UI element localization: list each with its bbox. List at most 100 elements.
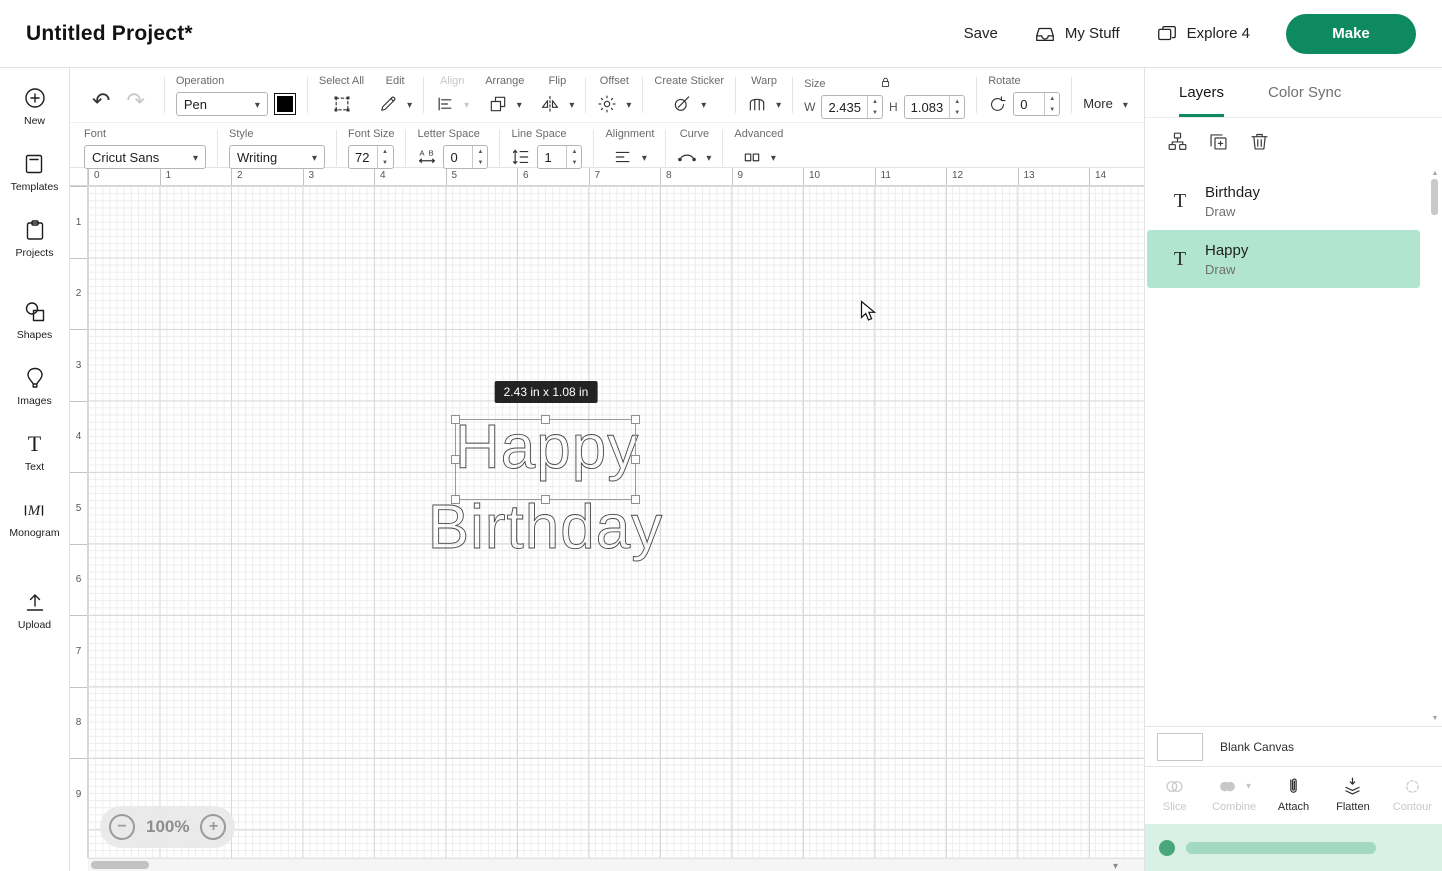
stepper-down-icon[interactable] <box>378 157 392 168</box>
blank-canvas-swatch[interactable] <box>1157 733 1203 761</box>
letter-space-input[interactable]: 0 <box>443 145 488 169</box>
font-size-input[interactable]: 72 <box>348 145 394 169</box>
panel-scrollbar-thumb[interactable] <box>1431 179 1438 215</box>
stepper-down-icon[interactable] <box>473 157 487 168</box>
divider <box>307 77 308 113</box>
sidebar-item-shapes[interactable]: Shapes <box>17 300 53 341</box>
line-space-stepper[interactable] <box>566 146 581 168</box>
layer-row-birthday[interactable]: Birthday Draw <box>1147 172 1420 230</box>
stepper-down-icon[interactable] <box>1045 104 1059 115</box>
stepper-up-icon[interactable] <box>950 96 964 107</box>
stepper-down-icon[interactable] <box>567 157 581 168</box>
group-icon[interactable] <box>1167 131 1188 152</box>
stepper-up-icon[interactable] <box>868 96 882 107</box>
selection-handle-s[interactable] <box>541 495 550 504</box>
selection-box[interactable] <box>455 419 636 500</box>
selection-handle-w[interactable] <box>451 455 460 464</box>
selection-handle-n[interactable] <box>541 415 550 424</box>
tab-color-sync[interactable]: Color Sync <box>1268 68 1341 117</box>
panel-scrollbar[interactable] <box>1429 166 1441 724</box>
stepper-down-icon[interactable] <box>950 107 964 118</box>
font-size-stepper[interactable] <box>377 146 392 168</box>
horizontal-scrollbar[interactable] <box>88 858 1144 871</box>
color-swatch[interactable] <box>274 93 296 115</box>
advanced-group[interactable]: Advanced <box>734 128 783 169</box>
stepper-up-icon[interactable] <box>567 146 581 157</box>
font-group: Font Cricut Sans <box>84 128 206 169</box>
scroll-arrow-icon[interactable] <box>1113 859 1118 871</box>
zoom-in-icon[interactable] <box>200 814 226 840</box>
make-button[interactable]: Make <box>1286 14 1416 54</box>
explore-button[interactable]: Explore 4 <box>1156 23 1250 45</box>
rotate-stepper[interactable] <box>1044 93 1059 115</box>
ruler-h-label: 4 <box>374 168 446 185</box>
undo-icon[interactable] <box>92 90 110 113</box>
operation-select[interactable]: Pen <box>176 92 268 116</box>
selection-handle-sw[interactable] <box>451 495 460 504</box>
letter-space-stepper[interactable] <box>472 146 487 168</box>
selection-handle-ne[interactable] <box>631 415 640 424</box>
tab-layers[interactable]: Layers <box>1179 68 1224 117</box>
stepper-up-icon[interactable] <box>473 146 487 157</box>
alignment-group[interactable]: Alignment <box>605 128 654 169</box>
zoom-out-icon[interactable] <box>109 814 135 840</box>
sidebar-item-label: Shapes <box>17 329 53 341</box>
selection-size-tooltip: 2.43 in x 1.08 in <box>495 381 598 403</box>
sidebar-item-monogram[interactable]: M Monogram <box>9 498 59 539</box>
style-value: Writing <box>237 150 277 165</box>
sidebar-item-new[interactable]: New <box>23 86 47 127</box>
trash-icon[interactable] <box>1249 131 1270 152</box>
left-sidebar: New Templates Projects Shapes Image <box>0 68 70 871</box>
sidebar-item-templates[interactable]: Templates <box>11 152 59 193</box>
font-select[interactable]: Cricut Sans <box>84 145 206 169</box>
rotate-icon[interactable] <box>988 95 1007 114</box>
select-all-group[interactable]: Select All <box>319 75 364 116</box>
chevron-down-icon <box>255 97 260 111</box>
ruler-h-label: 2 <box>231 168 303 185</box>
chevron-down-icon <box>193 150 198 164</box>
sidebar-item-projects[interactable]: Projects <box>16 218 54 259</box>
pencil-icon <box>378 94 398 114</box>
width-stepper[interactable] <box>867 96 882 118</box>
save-button[interactable]: Save <box>964 25 998 42</box>
height-stepper[interactable] <box>949 96 964 118</box>
height-input[interactable]: 1.083 <box>904 95 966 119</box>
flip-group[interactable]: Flip <box>540 75 574 116</box>
rotate-input[interactable]: 0 <box>1013 92 1060 116</box>
style-select[interactable]: Writing <box>229 145 325 169</box>
arrange-group[interactable]: Arrange <box>485 75 524 116</box>
my-stuff-button[interactable]: My Stuff <box>1034 23 1120 45</box>
selection-handle-se[interactable] <box>631 495 640 504</box>
duplicate-icon[interactable] <box>1208 131 1229 152</box>
selection-handle-e[interactable] <box>631 455 640 464</box>
scroll-up-icon[interactable] <box>1429 166 1441 179</box>
warp-group[interactable]: Warp <box>747 75 781 116</box>
width-value: 2.435 <box>822 96 867 118</box>
canvas-grid[interactable]: Happy Birthday 2.43 in x 1.08 in <box>88 186 1144 858</box>
ruler-v-label: 6 <box>70 544 87 616</box>
scroll-down-icon[interactable] <box>1429 711 1441 724</box>
redo-icon[interactable] <box>126 90 144 113</box>
flatten-button[interactable]: Flatten <box>1323 776 1382 813</box>
edit-group[interactable]: Edit <box>378 75 412 116</box>
line-space-input[interactable]: 1 <box>537 145 582 169</box>
width-input[interactable]: 2.435 <box>821 95 883 119</box>
lock-aspect-icon[interactable] <box>878 75 893 90</box>
curve-group[interactable]: Curve <box>677 128 711 169</box>
offset-group[interactable]: Offset <box>597 75 631 116</box>
notification-toast[interactable] <box>1145 824 1442 871</box>
stepper-up-icon[interactable] <box>1045 93 1059 104</box>
more-button[interactable]: More <box>1083 96 1128 111</box>
sidebar-item-images[interactable]: Images <box>17 366 51 407</box>
sidebar-item-text[interactable]: Text <box>25 432 44 473</box>
horizontal-scrollbar-thumb[interactable] <box>91 861 149 869</box>
attach-button[interactable]: Attach <box>1264 776 1323 813</box>
sidebar-item-upload[interactable]: Upload <box>18 590 51 631</box>
layer-row-happy[interactable]: Happy Draw <box>1147 230 1420 288</box>
chevron-down-icon <box>312 150 317 164</box>
stepper-up-icon[interactable] <box>378 146 392 157</box>
stepper-down-icon[interactable] <box>868 107 882 118</box>
text-layer-icon <box>1172 190 1188 213</box>
create-sticker-group[interactable]: Create Sticker <box>654 75 724 116</box>
selection-handle-nw[interactable] <box>451 415 460 424</box>
